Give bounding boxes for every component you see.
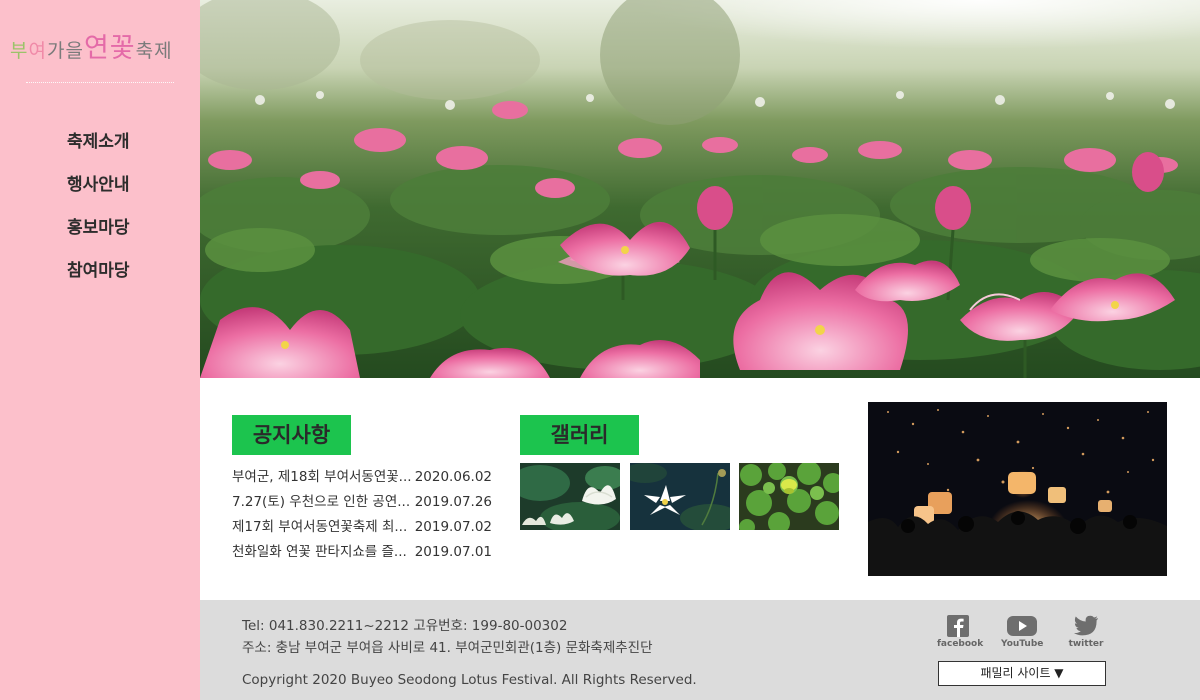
logo-text-1: 부 — [10, 40, 29, 62]
youtube-icon — [1007, 616, 1037, 636]
main-nav: 축제소개 행사안내 홍보마당 참여마당 — [67, 130, 130, 302]
gallery-thumbnails — [520, 463, 840, 531]
youtube-link[interactable]: YouTube — [1001, 615, 1043, 651]
footer-copyright: Copyright 2020 Buyeo Seodong Lotus Festi… — [242, 672, 697, 688]
facebook-link[interactable]: facebook — [937, 615, 984, 651]
footer-address: 주소: 충남 부여군 부여읍 사비로 41. 부여군민회관(1층) 문화축제추진… — [242, 640, 653, 656]
facebook-icon — [947, 615, 969, 637]
gallery-section-title[interactable]: 갤러리 — [520, 415, 639, 455]
notice-item-title[interactable]: 7.27(토) 우천으로 인한 공연... — [232, 491, 412, 513]
nav-item-participation[interactable]: 참여마당 — [67, 259, 130, 302]
notice-item-title[interactable]: 천화일화 연꽃 판타지쇼를 즐... — [232, 541, 412, 563]
footer-tel: Tel: 041.830.2211~2212 고유번호: 199-80-0030… — [242, 618, 568, 634]
lantern-festival-photo[interactable] — [868, 402, 1167, 576]
notice-list-item[interactable]: 제17회 부여서동연꽃축제 최... 2019.07.02 — [232, 516, 494, 541]
nav-item-event-info[interactable]: 행사안내 — [67, 173, 130, 216]
notice-item-date: 2020.06.02 — [414, 469, 492, 485]
logo-text-5: 축제 — [135, 40, 173, 62]
twitter-link[interactable]: twitter — [1065, 615, 1107, 651]
site-footer: Tel: 041.830.2211~2212 고유번호: 199-80-0030… — [200, 600, 1200, 700]
sidebar: 부여가을연꽃축제 축제소개 행사안내 홍보마당 참여마당 — [0, 0, 200, 700]
notice-item-title[interactable]: 제17회 부여서동연꽃축제 최... — [232, 516, 412, 538]
notice-item-date: 2019.07.02 — [414, 519, 492, 535]
notice-list-item[interactable]: 부여군, 제18회 부여서동연꽃... 2020.06.02 — [232, 466, 494, 491]
hero-lotus-image — [200, 0, 1200, 378]
twitter-icon — [1074, 615, 1098, 636]
nav-item-promotion[interactable]: 홍보마당 — [67, 216, 130, 259]
logo-text-4: 연꽃 — [83, 33, 136, 64]
notice-section-title[interactable]: 공지사항 — [232, 415, 351, 455]
youtube-caption: YouTube — [1001, 639, 1044, 649]
gallery-thumb-lily-pads[interactable] — [739, 463, 839, 530]
notice-item-date: 2019.07.01 — [414, 544, 492, 560]
festival-logo[interactable]: 부여가을연꽃축제 — [10, 26, 195, 64]
notice-item-date: 2019.07.26 — [414, 494, 492, 510]
notice-item-title[interactable]: 부여군, 제18회 부여서동연꽃... — [232, 466, 412, 488]
notice-list-item[interactable]: 7.27(토) 우천으로 인한 공연... 2019.07.26 — [232, 491, 494, 516]
gallery-thumb-white-lotus[interactable] — [520, 463, 620, 530]
logo-divider — [26, 82, 174, 83]
logo-text-3: 가을 — [46, 40, 84, 62]
notice-list-item[interactable]: 천화일화 연꽃 판타지쇼를 즐... 2019.07.01 — [232, 541, 494, 566]
notice-list: 부여군, 제18회 부여서동연꽃... 2020.06.02 7.27(토) 우… — [232, 466, 494, 566]
family-site-select[interactable]: 패밀리 사이트 ▼ — [938, 661, 1106, 686]
nav-item-festival-intro[interactable]: 축제소개 — [67, 130, 130, 173]
twitter-caption: twitter — [1068, 639, 1104, 649]
gallery-thumb-water-lily[interactable] — [630, 463, 730, 530]
logo-text-2: 여 — [28, 40, 47, 62]
facebook-caption: facebook — [937, 639, 984, 649]
